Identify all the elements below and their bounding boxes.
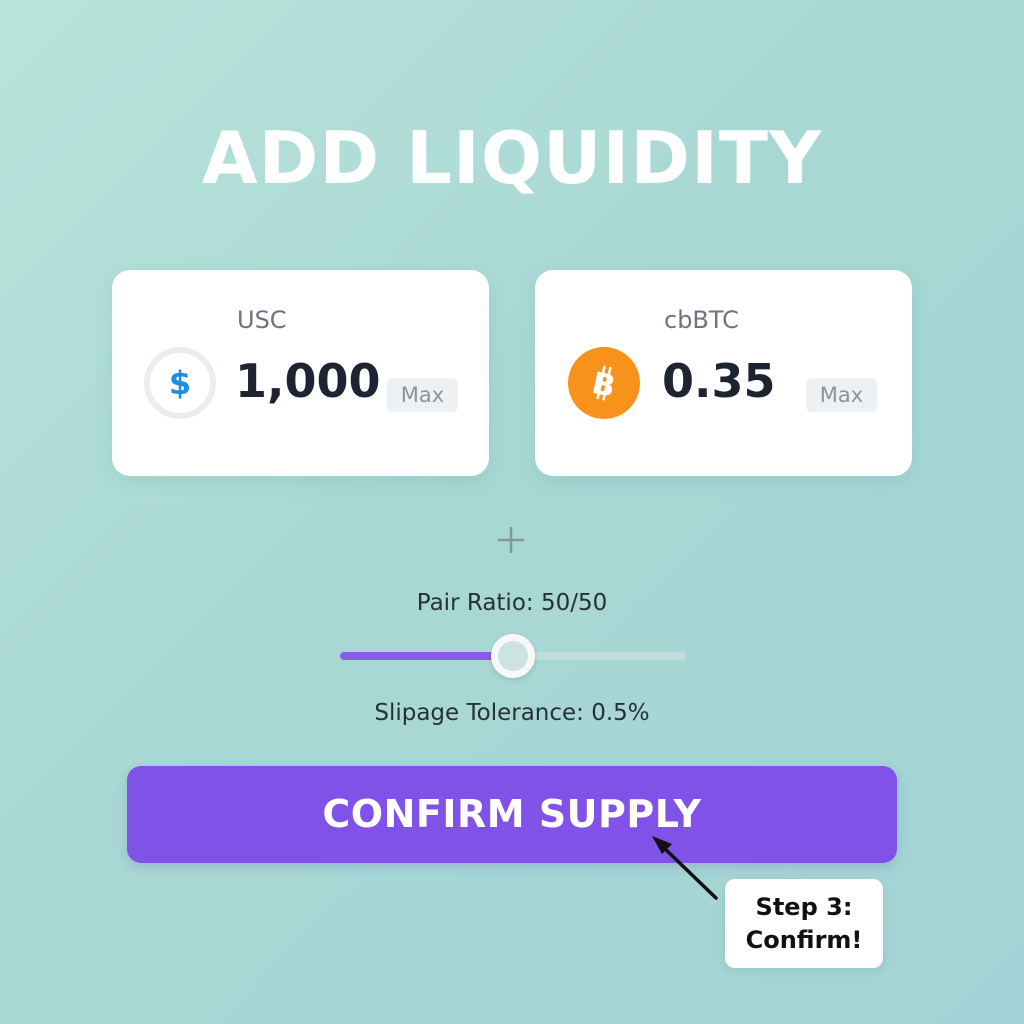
svg-text:B: B bbox=[589, 366, 619, 405]
slippage-tolerance-label: Slipage Tolerance: 0.5% bbox=[374, 700, 650, 726]
max-button[interactable]: Max bbox=[806, 378, 877, 412]
svg-text:$: $ bbox=[169, 364, 191, 402]
slider-thumb[interactable] bbox=[491, 634, 535, 678]
pair-ratio-label: Pair Ratio: 50/50 bbox=[416, 590, 608, 616]
pointer-arrow-icon bbox=[652, 836, 718, 900]
pair-ratio-slider[interactable] bbox=[340, 634, 686, 678]
token-name-label: cbBTC bbox=[664, 306, 739, 334]
slider-fill bbox=[340, 652, 513, 660]
token-card-cbbtc: cbBTC B 0.35 Max bbox=[535, 270, 912, 476]
bitcoin-icon: B bbox=[568, 347, 640, 419]
plus-icon bbox=[497, 526, 525, 554]
token-card-usc: USC $ 1,000 Max bbox=[112, 270, 489, 476]
token-amount-value[interactable]: 0.35 bbox=[662, 358, 776, 404]
token-amount-value[interactable]: 1,000 bbox=[235, 358, 381, 404]
page-title: ADD LIQUIDITY bbox=[201, 116, 823, 200]
confirm-supply-button[interactable]: CONFIRM SUPPLY bbox=[127, 766, 897, 863]
token-name-label: USC bbox=[237, 306, 287, 334]
max-button[interactable]: Max bbox=[387, 378, 458, 412]
step-callout: Step 3: Confirm! bbox=[725, 879, 883, 968]
dollar-coin-icon: $ bbox=[144, 347, 216, 419]
